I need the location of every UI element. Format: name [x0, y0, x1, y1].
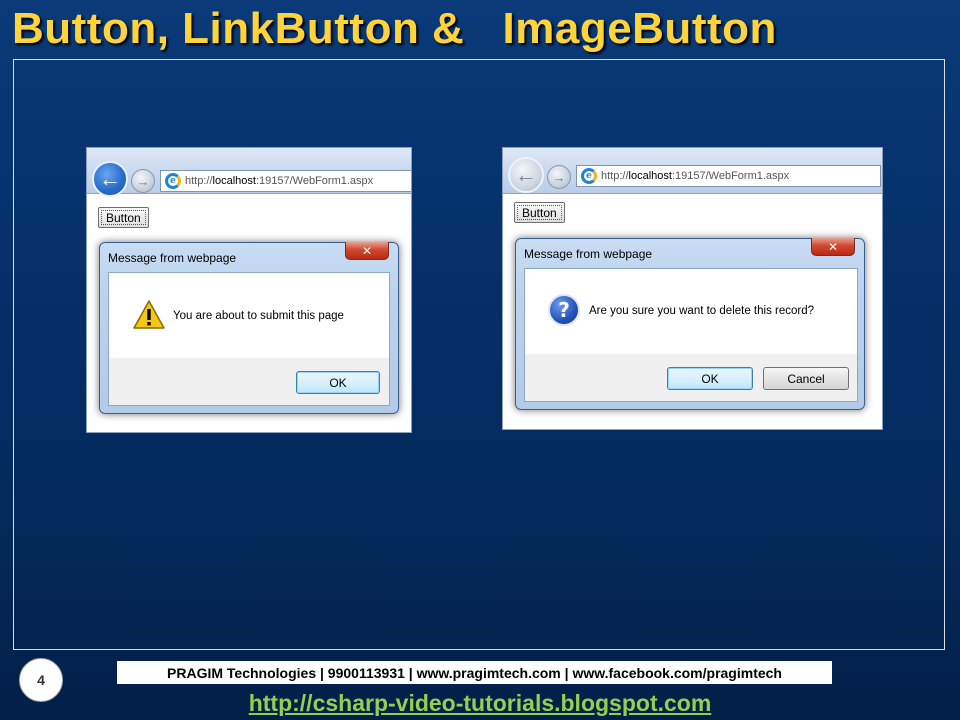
- warning-icon: [133, 300, 165, 329]
- address-bar[interactable]: e http://localhost:19157/WebForm1.aspx: [160, 170, 411, 192]
- dialog-body: You are about to submit this page OK: [108, 272, 390, 406]
- dialog-body: ? Are you sure you want to delete this r…: [524, 268, 858, 402]
- address-rest: :19157/WebForm1.aspx: [671, 170, 790, 182]
- dialog-message-area: You are about to submit this page: [109, 273, 389, 358]
- ie-icon: e: [165, 173, 181, 189]
- address-rest: :19157/WebForm1.aspx: [255, 175, 374, 187]
- close-icon[interactable]: ✕: [345, 242, 389, 260]
- address-prefix: http://: [601, 170, 629, 182]
- address-host: localhost: [628, 170, 672, 182]
- browser-window-alert: ← → e http://localhost:19157/WebForm1.as…: [86, 147, 412, 433]
- dialog-message: Are you sure you want to delete this rec…: [589, 305, 815, 317]
- ok-button[interactable]: OK: [667, 367, 753, 390]
- footer-info: PRAGIM Technologies | 9900113931 | www.p…: [117, 661, 832, 684]
- cancel-button[interactable]: Cancel: [763, 367, 849, 390]
- forward-arrow-icon[interactable]: →: [547, 165, 571, 189]
- browser-toolbar: ← → e http://localhost:19157/WebForm1.as…: [87, 148, 411, 197]
- dialog-message-area: ? Are you sure you want to delete this r…: [525, 269, 857, 354]
- question-icon: ?: [548, 294, 580, 326]
- confirm-dialog: Message from webpage ✕ ? Are you sure yo…: [515, 238, 865, 410]
- ie-icon: e: [581, 168, 597, 184]
- close-icon[interactable]: ✕: [811, 238, 855, 256]
- dialog-title: Message from webpage: [524, 247, 653, 261]
- page-button[interactable]: Button: [514, 202, 565, 223]
- dialog-message: You are about to submit this page: [173, 310, 344, 322]
- back-arrow-icon[interactable]: ←: [508, 157, 544, 193]
- address-bar[interactable]: e http://localhost:19157/WebForm1.aspx: [576, 165, 881, 187]
- ok-button[interactable]: OK: [296, 371, 380, 394]
- browser-toolbar: ← → e http://localhost:19157/WebForm1.as…: [503, 148, 882, 194]
- back-arrow-icon[interactable]: ←: [92, 161, 128, 197]
- forward-arrow-icon[interactable]: →: [131, 169, 155, 193]
- footer-link[interactable]: http://csharp-video-tutorials.blogspot.c…: [0, 690, 960, 717]
- browser-window-confirm: ← → e http://localhost:19157/WebForm1.as…: [502, 147, 883, 430]
- slide-title: Button, LinkButton & ImageButton: [12, 4, 777, 53]
- page-button[interactable]: Button: [98, 207, 149, 228]
- message-dialog: Message from webpage ✕ You are about to …: [99, 242, 399, 414]
- address-prefix: http://: [185, 175, 213, 187]
- dialog-title: Message from webpage: [108, 251, 237, 265]
- address-host: localhost: [212, 175, 256, 187]
